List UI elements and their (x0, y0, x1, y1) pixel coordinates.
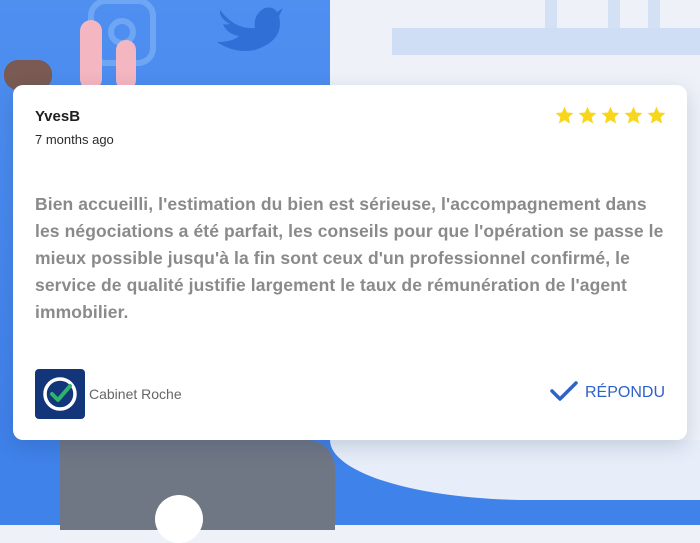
reply-status: RÉPONDU (549, 379, 665, 407)
background-decor-bar (545, 0, 557, 28)
background-decor-bar (392, 28, 700, 55)
owner-reply-info: Cabinet Roche (35, 369, 182, 419)
background-decor-bar (648, 0, 660, 28)
background-decor-bar (608, 0, 620, 28)
twitter-icon (215, 0, 285, 61)
cabinet-logo-icon (35, 369, 85, 419)
star-icon (647, 106, 666, 124)
hand-illustration (116, 40, 136, 90)
reply-status-label: RÉPONDU (584, 384, 665, 401)
review-card: YvesB 7 months ago Bien accueilli, l'est… (13, 85, 687, 440)
owner-name: Cabinet Roche (89, 386, 182, 402)
star-icon (624, 106, 643, 124)
hand-illustration (80, 20, 102, 90)
phone-home-button (155, 495, 203, 543)
check-icon (549, 379, 579, 407)
star-icon (578, 106, 597, 124)
review-text: Bien accueilli, l'estimation du bien est… (35, 194, 664, 322)
star-icon (555, 106, 574, 124)
star-icon (601, 106, 620, 124)
review-author: YvesB (35, 108, 81, 125)
review-date: 7 months ago (35, 132, 114, 147)
rating-stars (554, 105, 667, 126)
